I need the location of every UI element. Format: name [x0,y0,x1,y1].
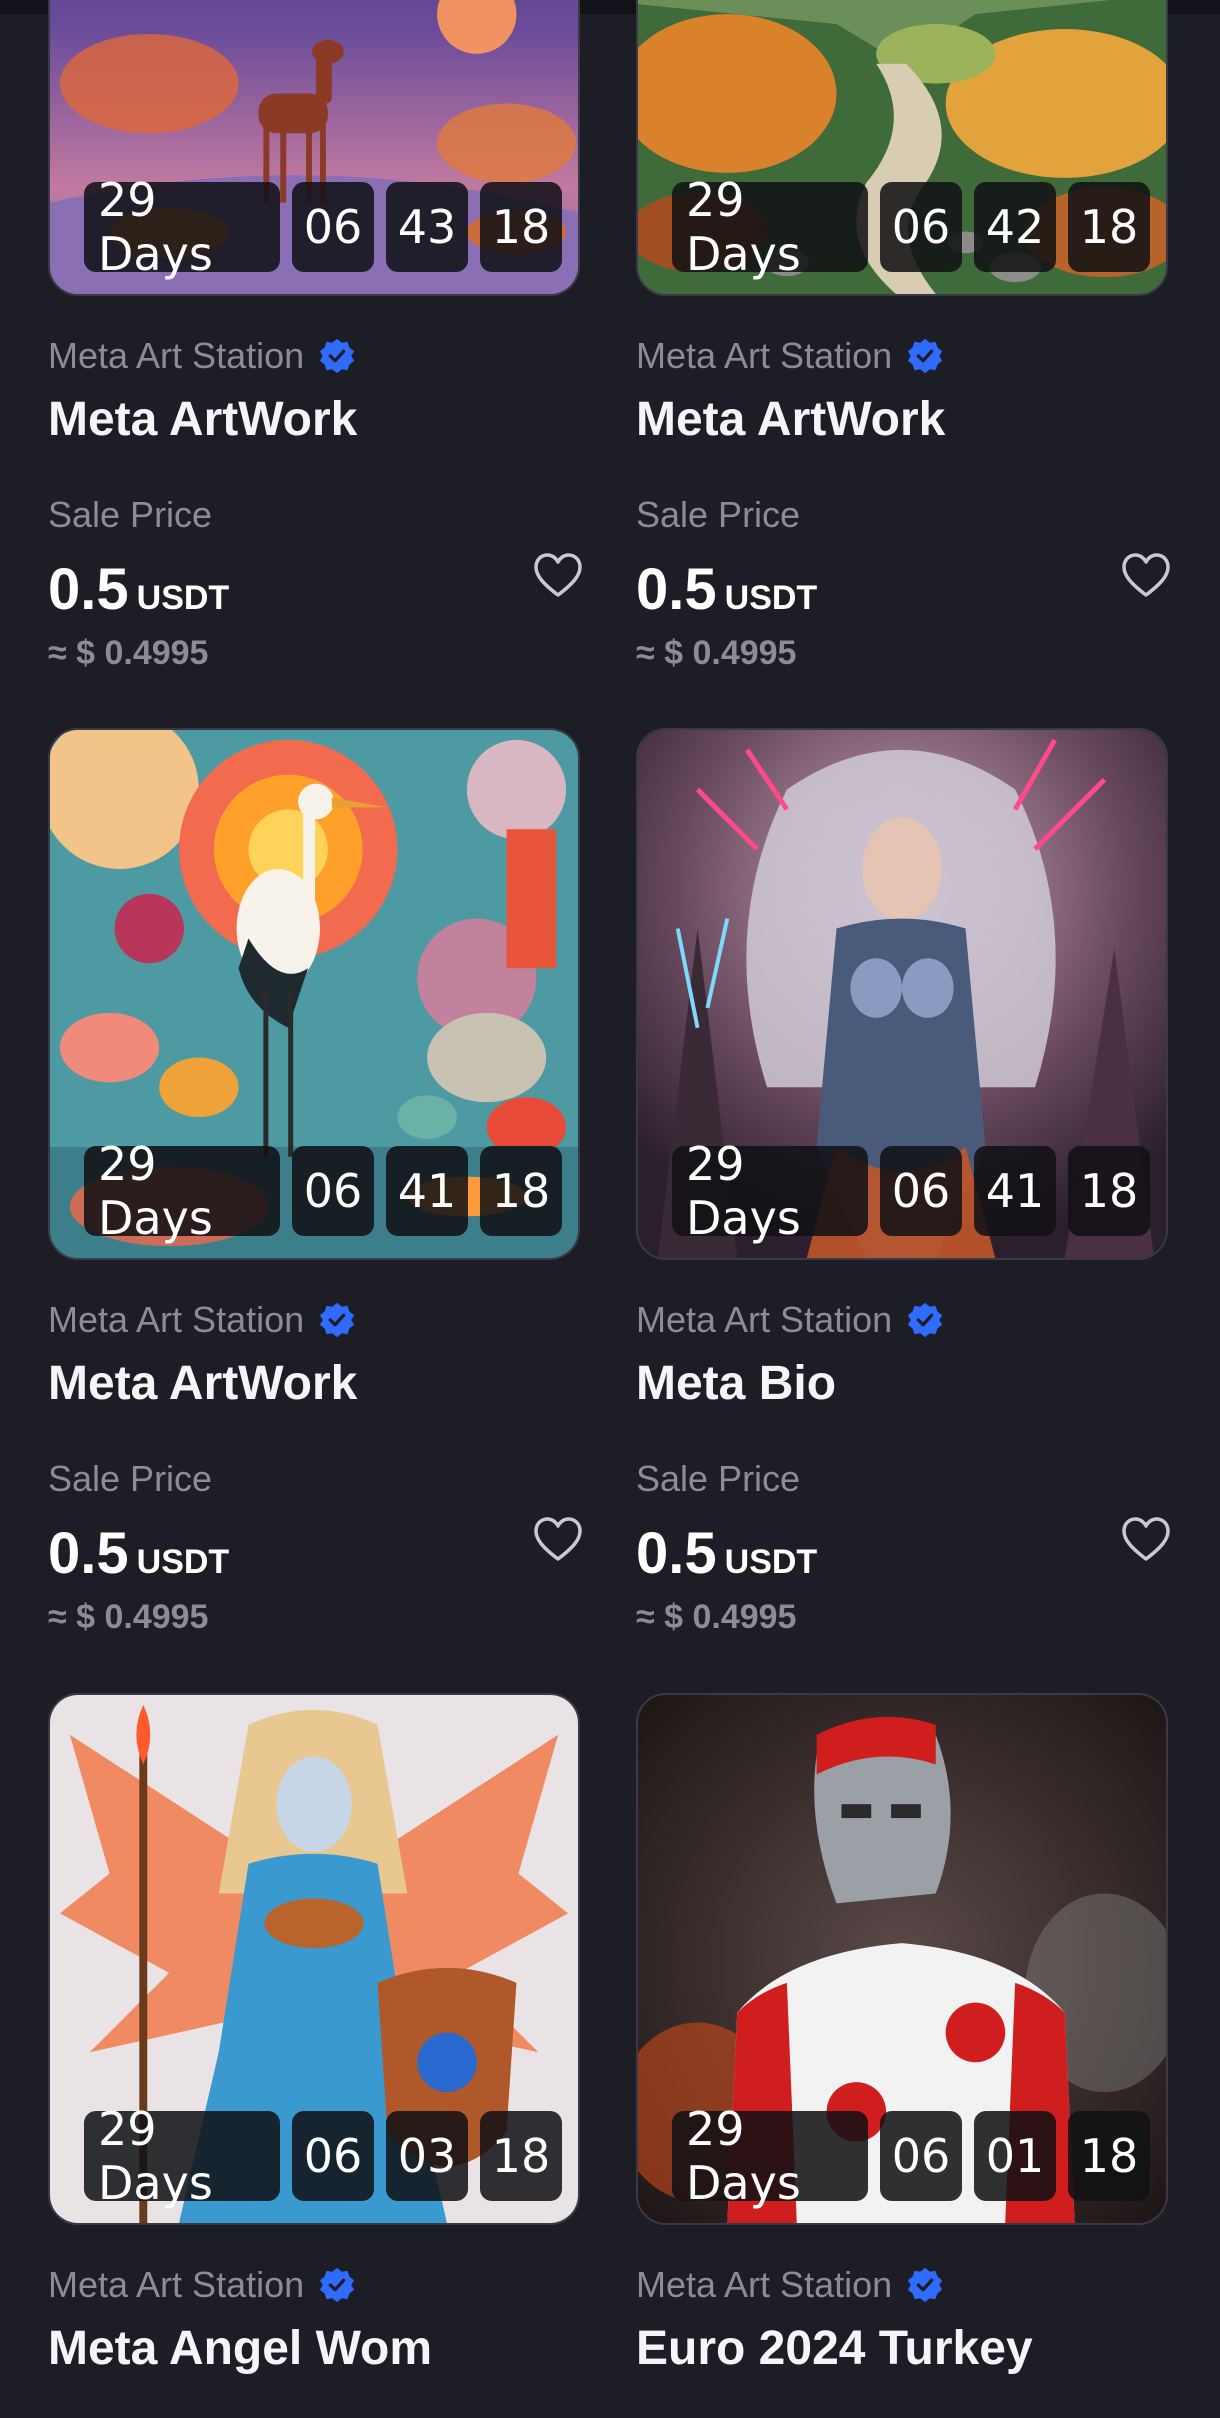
creator-name: Meta Art Station [636,1299,893,1340]
creator-row[interactable]: Meta Art Station [636,334,1172,378]
nft-grid: 29 Days 06 43 18 Meta Art Station Meta A… [0,0,1220,2418]
creator-row[interactable]: Meta Art Station [636,2263,1172,2307]
countdown-timer: 29 Days 06 42 18 [672,173,1150,281]
heart-outline-icon[interactable] [532,550,584,602]
verified-badge-icon [908,2267,943,2303]
sale-price-label: Sale Price [636,1458,801,1499]
fiat-value: ≈ $ 0.4995 [636,634,797,672]
sale-price-label: Sale Price [48,494,213,535]
artwork-title[interactable]: Meta Bio [636,1356,1172,1414]
sale-price-label: Sale Price [48,1458,213,1499]
timer-hours: 06 [292,2111,374,2201]
timer-days: 29 Days [672,2102,868,2210]
timer-days: 29 Days [84,1137,280,1245]
price-value: 0.5 [48,557,129,622]
countdown-timer: 29 Days 06 41 18 [672,1137,1150,1245]
timer-days: 29 Days [84,173,280,281]
card-meta: Meta Art Station Euro 2024 Turkey [636,2263,1172,2379]
verified-badge-icon [320,338,355,374]
timer-minutes: 03 [386,2111,468,2201]
timer-hours: 06 [880,2111,962,2201]
heart-outline-icon[interactable] [1120,1514,1172,1566]
artwork-image[interactable]: 29 Days 06 01 18 [636,1693,1168,2225]
verified-badge-icon [320,2267,355,2303]
artwork-image[interactable]: 29 Days 06 43 18 [48,0,580,296]
creator-row[interactable]: Meta Art Station [636,1298,1172,1342]
price-unit: USDT [136,1543,230,1581]
price-row: 0.5 USDT [636,1517,1172,1586]
timer-minutes: 41 [974,1146,1056,1236]
countdown-timer: 29 Days 06 43 18 [84,173,562,281]
heart-outline-icon[interactable] [532,1514,584,1566]
timer-seconds: 18 [1068,1146,1150,1236]
timer-hours: 06 [292,1146,374,1236]
timer-seconds: 18 [480,1146,562,1236]
artwork-title[interactable]: Meta ArtWork [636,392,1172,450]
creator-name: Meta Art Station [48,2264,305,2305]
artwork-image[interactable]: 29 Days 06 41 18 [48,728,580,1260]
timer-seconds: 18 [480,2111,562,2201]
price-unit: USDT [724,579,818,617]
fiat-value: ≈ $ 0.4995 [48,634,209,672]
timer-minutes: 43 [386,182,468,272]
countdown-timer: 29 Days 06 01 18 [672,2102,1150,2210]
timer-hours: 06 [292,182,374,272]
fiat-value: ≈ $ 0.4995 [48,1598,209,1636]
timer-minutes: 01 [974,2111,1056,2201]
verified-badge-icon [320,1302,355,1338]
timer-days: 29 Days [672,1137,868,1245]
card-meta: Meta Art Station Meta ArtWork Sale Price… [48,1298,584,1637]
timer-minutes: 42 [974,182,1056,272]
price-row: 0.5 USDT [48,1517,584,1586]
timer-seconds: 18 [1068,2111,1150,2201]
heart-outline-icon[interactable] [1120,550,1172,602]
creator-name: Meta Art Station [636,335,893,376]
card-meta: Meta Art Station Meta Bio Sale Price 0.5… [636,1298,1172,1637]
artwork-image[interactable]: 29 Days 06 42 18 [636,0,1168,296]
artwork-image[interactable]: 29 Days 06 41 18 [636,728,1168,1260]
artwork-title[interactable]: Euro 2024 Turkey [636,2321,1172,2379]
price-value: 0.5 [636,557,717,622]
price-unit: USDT [724,1543,818,1581]
artwork-image[interactable]: 29 Days 06 03 18 [48,1693,580,2225]
sale-price-label: Sale Price [636,494,801,535]
creator-name: Meta Art Station [636,2264,893,2305]
card-meta: Meta Art Station Meta ArtWork Sale Price… [636,334,1172,673]
price-value: 0.5 [636,1521,717,1586]
verified-badge-icon [908,1302,943,1338]
timer-seconds: 18 [480,182,562,272]
creator-row[interactable]: Meta Art Station [48,334,584,378]
timer-hours: 06 [880,1146,962,1236]
creator-row[interactable]: Meta Art Station [48,1298,584,1342]
creator-name: Meta Art Station [48,335,305,376]
artwork-title[interactable]: Meta ArtWork [48,1356,584,1414]
timer-seconds: 18 [1068,182,1150,272]
timer-minutes: 41 [386,1146,468,1236]
card-meta: Meta Art Station Meta Angel Wom [48,2263,584,2379]
artwork-title[interactable]: Meta ArtWork [48,392,584,450]
timer-hours: 06 [880,182,962,272]
artwork-title[interactable]: Meta Angel Wom [48,2321,584,2379]
creator-row[interactable]: Meta Art Station [48,2263,584,2307]
countdown-timer: 29 Days 06 03 18 [84,2102,562,2210]
card-meta: Meta Art Station Meta ArtWork Sale Price… [48,334,584,673]
timer-days: 29 Days [84,2102,280,2210]
price-unit: USDT [136,579,230,617]
price-row: 0.5 USDT [48,553,584,622]
price-row: 0.5 USDT [636,553,1172,622]
price-value: 0.5 [48,1521,129,1586]
verified-badge-icon [908,338,943,374]
fiat-value: ≈ $ 0.4995 [636,1598,797,1636]
countdown-timer: 29 Days 06 41 18 [84,1137,562,1245]
timer-days: 29 Days [672,173,868,281]
creator-name: Meta Art Station [48,1299,305,1340]
